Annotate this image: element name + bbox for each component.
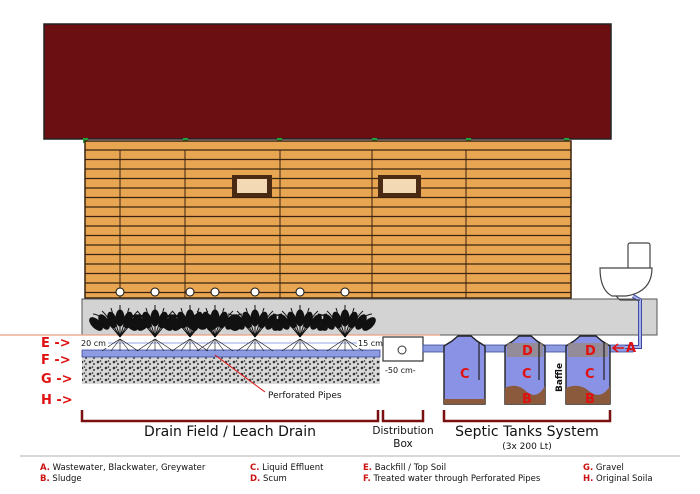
distribution-box	[382, 336, 424, 362]
legend-text-b: Sludge	[52, 474, 82, 484]
distribution-box-title-line1: Distribution	[372, 425, 434, 437]
distribution-box-title-line2: Box	[393, 438, 413, 450]
tank2-label-b: B	[522, 392, 532, 407]
septic-tanks-capacity: (3x 200 Lt)	[502, 442, 552, 452]
septic-system-diagram: E -> F -> G -> H -> 20 cm 15 cm -50 cm- …	[0, 23, 680, 457]
septic-tanks-title: Septic Tanks System	[455, 424, 599, 440]
distribution-box-title: Distribution Box	[368, 425, 438, 451]
inlet-label-a: A	[626, 341, 636, 356]
roof	[43, 23, 612, 140]
legend-key-f: F.	[363, 474, 371, 484]
tank2-label-c: C	[522, 367, 532, 382]
legend-text-g: Gravel	[595, 463, 624, 473]
legend-col-4: G. Gravel H. Original Soila	[583, 463, 653, 485]
legend-item-b: B. Sludge	[40, 474, 205, 485]
dim-20cm: 20 cm	[81, 339, 106, 348]
legend-text-c: Liquid Effluent	[262, 463, 324, 473]
dim-15cm: 15 cm	[358, 339, 383, 348]
legend-text-h: Original Soila	[596, 474, 653, 484]
legend-text-e: Backfill / Top Soil	[374, 463, 447, 473]
legend-key-a: A.	[40, 463, 50, 473]
legend-text-a: Wastewater, Blackwater, Greywater	[52, 463, 206, 473]
row-label-e: E ->	[41, 336, 71, 351]
section-brackets	[80, 410, 612, 423]
tank3-label-d: D	[585, 344, 596, 359]
row-label-f: F ->	[41, 353, 71, 368]
tank3-label-b: B	[585, 392, 595, 407]
toilet	[599, 242, 653, 301]
perforated-pipes-label: Perforated Pipes	[268, 391, 342, 401]
legend-key-d: D.	[250, 474, 261, 484]
legend-text-f: Treated water through Perforated Pipes	[373, 474, 541, 484]
perforated-pipe	[81, 349, 381, 358]
window-left	[232, 175, 272, 197]
legend-key-b: B.	[40, 474, 50, 484]
legend-item-e: E. Backfill / Top Soil	[363, 463, 540, 474]
legend-text-d: Scum	[263, 474, 287, 484]
legend-col-3: E. Backfill / Top Soil F. Treated water …	[363, 463, 540, 485]
tank3-label-c: C	[585, 367, 595, 382]
window-right	[378, 175, 421, 197]
legend-item-c: C. Liquid Effluent	[250, 463, 323, 474]
house-wall	[84, 140, 572, 299]
legend-col-2: C. Liquid Effluent D. Scum	[250, 463, 323, 485]
legend-key-e: E.	[363, 463, 373, 473]
legend-key-c: C.	[250, 463, 260, 473]
row-label-g: G ->	[41, 372, 72, 387]
legend-item-h: H. Original Soila	[583, 474, 653, 485]
dim-50cm: -50 cm-	[385, 366, 416, 375]
tank2-label-d: D	[522, 344, 533, 359]
legend-item-a: A. Wastewater, Blackwater, Greywater	[40, 463, 205, 474]
baffle-label: Baffle	[555, 363, 565, 392]
legend-key-h: H.	[583, 474, 594, 484]
gravel-bed	[82, 356, 380, 384]
legend-key-g: G.	[583, 463, 594, 473]
legend-col-1: A. Wastewater, Blackwater, Greywater B. …	[40, 463, 205, 485]
row-label-h: H ->	[41, 393, 73, 408]
legend-item-d: D. Scum	[250, 474, 323, 485]
legend-item-f: F. Treated water through Perforated Pipe…	[363, 474, 540, 485]
legend-item-g: G. Gravel	[583, 463, 653, 474]
drain-field-title: Drain Field / Leach Drain	[144, 424, 316, 440]
tank1-label-c: C	[460, 367, 470, 382]
